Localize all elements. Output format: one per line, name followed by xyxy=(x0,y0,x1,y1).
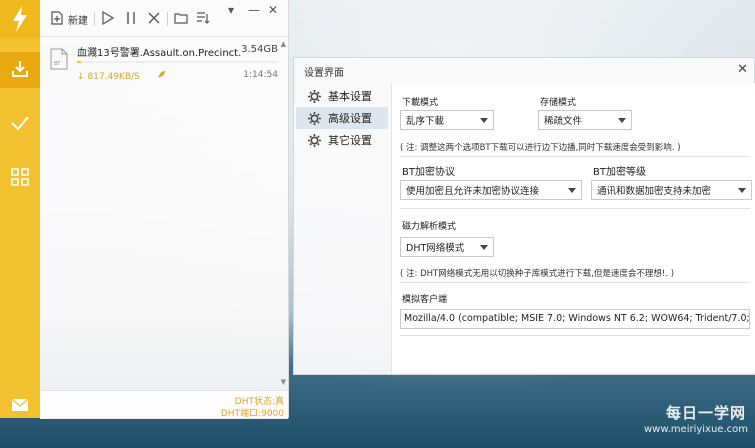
dht-status-bar: DHT状态:真 DHT端口:9000 xyxy=(40,390,288,419)
magnet-note: ( 注: DHT网络模式无用以切换种子库模式进行下载,但是速度会不理想!. ) xyxy=(400,269,675,279)
nav-basic-settings[interactable]: 基本设置 xyxy=(296,85,388,107)
download-toolbar: 新建 ▾ — ✕ xyxy=(40,0,288,37)
nav-other-settings[interactable]: 其它设置 xyxy=(296,129,388,151)
gear-icon xyxy=(308,89,322,103)
side-rail xyxy=(0,0,40,418)
chevron-down-icon xyxy=(738,188,746,193)
download-mode-select[interactable]: 乱序下載 xyxy=(400,110,494,130)
settings-title: 设置界面 xyxy=(304,68,344,79)
check-icon xyxy=(10,115,30,134)
rail-downloading-button[interactable] xyxy=(0,52,40,88)
rail-apps-button[interactable] xyxy=(0,160,40,196)
client-useragent-input[interactable]: Mozilla/4.0 (compatible; MSIE 7.0; Windo… xyxy=(400,309,750,329)
delete-button[interactable] xyxy=(148,10,160,28)
chevron-down-icon xyxy=(480,118,488,123)
close-icon[interactable]: ✕ xyxy=(268,3,278,17)
storage-mode-label: 存储模式 xyxy=(540,98,577,108)
chevron-down-icon xyxy=(568,188,576,193)
divider xyxy=(400,335,750,336)
sort-icon xyxy=(196,11,210,27)
settings-nav: 基本设置 高级设置 其它设置 xyxy=(294,83,390,373)
toolbar-divider xyxy=(167,12,168,26)
gear-icon xyxy=(308,111,322,125)
task-progress-bar xyxy=(77,61,277,63)
site-watermark: 每日一学网 www.meiriyixue.com xyxy=(640,400,752,444)
bt-protocol-select[interactable]: 使用加密且允许未加密协议连接 xyxy=(400,180,582,200)
delete-icon xyxy=(148,12,160,27)
magnet-mode-select[interactable]: DHT网络模式 xyxy=(400,237,494,257)
download-list-window: 新建 ▾ — ✕ BT 血濺13号警署.Assault.on.Precinct.… xyxy=(40,0,289,418)
task-progress-fill xyxy=(77,61,81,63)
new-file-icon xyxy=(50,10,64,28)
task-speed: 817.49KB/S xyxy=(87,72,140,82)
scroll-up-icon[interactable]: ▲ xyxy=(281,40,286,48)
divider xyxy=(400,208,750,209)
task-speed-group: ↓ 817.49KB/S xyxy=(77,70,166,82)
new-task-label: 新建 xyxy=(68,15,88,27)
storage-mode-value: 稀疏文件 xyxy=(544,116,583,127)
download-icon xyxy=(10,59,30,82)
chevron-down-icon xyxy=(480,245,488,250)
folder-icon xyxy=(174,12,188,27)
storage-mode-select[interactable]: 稀疏文件 xyxy=(538,110,632,130)
watermark-title: 每日一学网 xyxy=(665,404,746,422)
gear-icon xyxy=(308,133,322,147)
minimize-icon[interactable]: — xyxy=(248,3,260,17)
nav-advanced-settings[interactable]: 高级设置 xyxy=(296,107,388,129)
bt-level-label: BT加密等级 xyxy=(593,167,646,178)
settings-panel: 下載模式 乱序下載 存储模式 稀疏文件 ( 注: 调整这两个选项BT下载可以进行… xyxy=(391,83,755,373)
nav-label: 高级设置 xyxy=(328,112,372,125)
dropdown-menu-icon[interactable]: ▾ xyxy=(228,3,234,17)
pause-button[interactable] xyxy=(126,10,136,28)
download-task-row[interactable]: BT 血濺13号警署.Assault.on.Precinct. 3.54GB ↓… xyxy=(40,38,288,88)
start-button[interactable] xyxy=(102,10,115,28)
divider xyxy=(400,282,750,283)
arrow-down-icon: ↓ xyxy=(77,72,85,82)
nav-label: 基本设置 xyxy=(328,90,372,103)
settings-window: 设置界面 ✕ 基本设置 高级设置 其它设置 下載模式 乱序下載 存储模式 稀疏文… xyxy=(293,57,755,375)
grid-icon xyxy=(11,167,29,189)
pause-icon xyxy=(126,11,136,28)
chevron-down-icon xyxy=(618,118,626,123)
play-icon xyxy=(102,10,115,28)
rail-completed-button[interactable] xyxy=(0,106,40,142)
rocket-icon[interactable] xyxy=(157,71,166,82)
task-remaining-time: 1:14:54 xyxy=(243,70,278,80)
dht-port: DHT端口:9000 xyxy=(220,409,284,419)
bt-file-icon: BT xyxy=(50,48,68,73)
divider xyxy=(400,156,750,157)
scroll-down-icon[interactable]: ▼ xyxy=(281,378,286,386)
task-name: 血濺13号警署.Assault.on.Precinct. xyxy=(77,48,242,59)
download-mode-value: 乱序下載 xyxy=(406,116,445,127)
rail-message-button[interactable] xyxy=(0,388,40,424)
nav-label: 其它设置 xyxy=(328,134,372,147)
magnet-mode-value: DHT网络模式 xyxy=(406,243,465,254)
bt-protocol-value: 使用加密且允许未加密协议连接 xyxy=(406,186,540,197)
svg-text:BT: BT xyxy=(54,61,61,67)
bt-level-value: 通讯和数据加密支持未加密 xyxy=(597,186,712,197)
client-label: 模拟客户端 xyxy=(402,295,448,305)
bt-level-select[interactable]: 通讯和数据加密支持未加密 xyxy=(591,180,752,200)
sort-button[interactable] xyxy=(196,10,210,28)
task-size: 3.54GB xyxy=(241,44,278,55)
new-task-button[interactable]: 新建 xyxy=(50,10,88,28)
magnet-mode-label: 磁力解析模式 xyxy=(402,222,457,232)
lightning-logo-icon xyxy=(0,0,40,38)
bt-protocol-label: BT加密协议 xyxy=(402,167,455,178)
download-mode-label: 下載模式 xyxy=(402,98,439,108)
mail-icon xyxy=(11,397,29,414)
watermark-url: www.meiriyixue.com xyxy=(644,424,748,435)
open-folder-button[interactable] xyxy=(174,10,188,28)
toolbar-divider xyxy=(94,12,95,26)
mode-note: ( 注: 调整这两个选项BT下载可以进行边下边播,同时下载速度会受到影响. ) xyxy=(400,143,681,153)
settings-close-icon[interactable]: ✕ xyxy=(737,62,748,77)
